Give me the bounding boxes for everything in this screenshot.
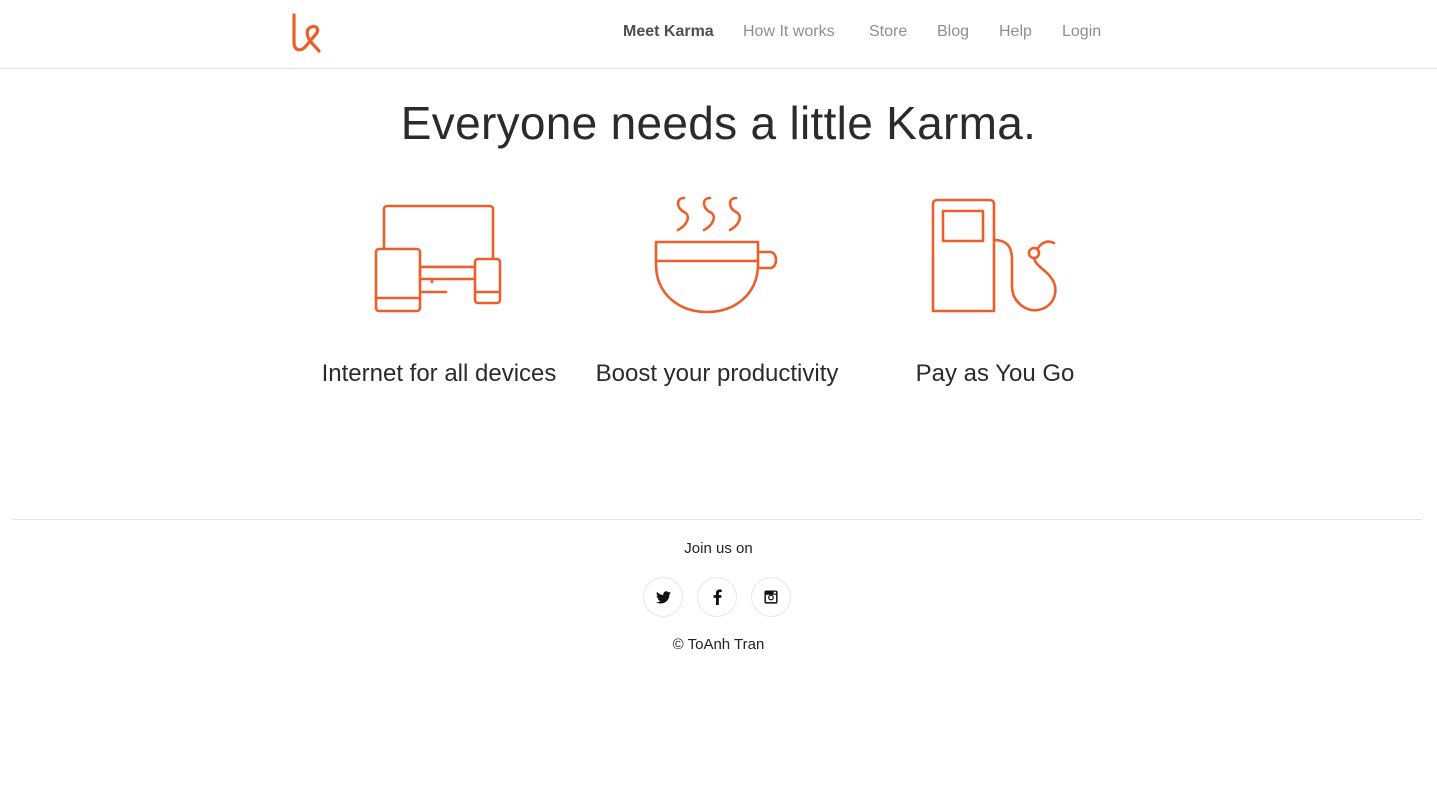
facebook-icon — [713, 589, 722, 605]
nav-help[interactable]: Help — [999, 23, 1032, 41]
nav-how-it-works[interactable]: How It works — [743, 23, 835, 41]
coffee-cup-icon — [654, 196, 778, 314]
twitter-icon — [655, 590, 671, 603]
feature-label-productivity: Boost your productivity — [595, 360, 839, 387]
nav-store[interactable]: Store — [869, 23, 907, 41]
main-nav: Meet Karma How It works Store Blog Help … — [0, 23, 1437, 45]
nav-meet-karma[interactable]: Meet Karma — [623, 23, 714, 41]
join-us-text: Join us on — [684, 540, 753, 557]
feature-label-devices: Internet for all devices — [321, 360, 557, 387]
devices-icon — [374, 204, 502, 313]
instagram-icon — [764, 590, 778, 604]
facebook-button[interactable] — [697, 577, 737, 617]
footer-divider — [12, 519, 1422, 520]
nav-login[interactable]: Login — [1062, 23, 1101, 41]
fuel-pump-icon — [931, 198, 1057, 313]
nav-blog[interactable]: Blog — [937, 23, 969, 41]
instagram-button[interactable] — [751, 577, 791, 617]
twitter-button[interactable] — [643, 577, 683, 617]
navbar: Meet Karma How It works Store Blog Help … — [0, 0, 1437, 69]
copyright-text: © ToAnh Tran — [672, 636, 765, 653]
hero-headline: Everyone needs a little Karma. — [400, 97, 1037, 149]
feature-label-pay: Pay as You Go — [915, 360, 1075, 387]
